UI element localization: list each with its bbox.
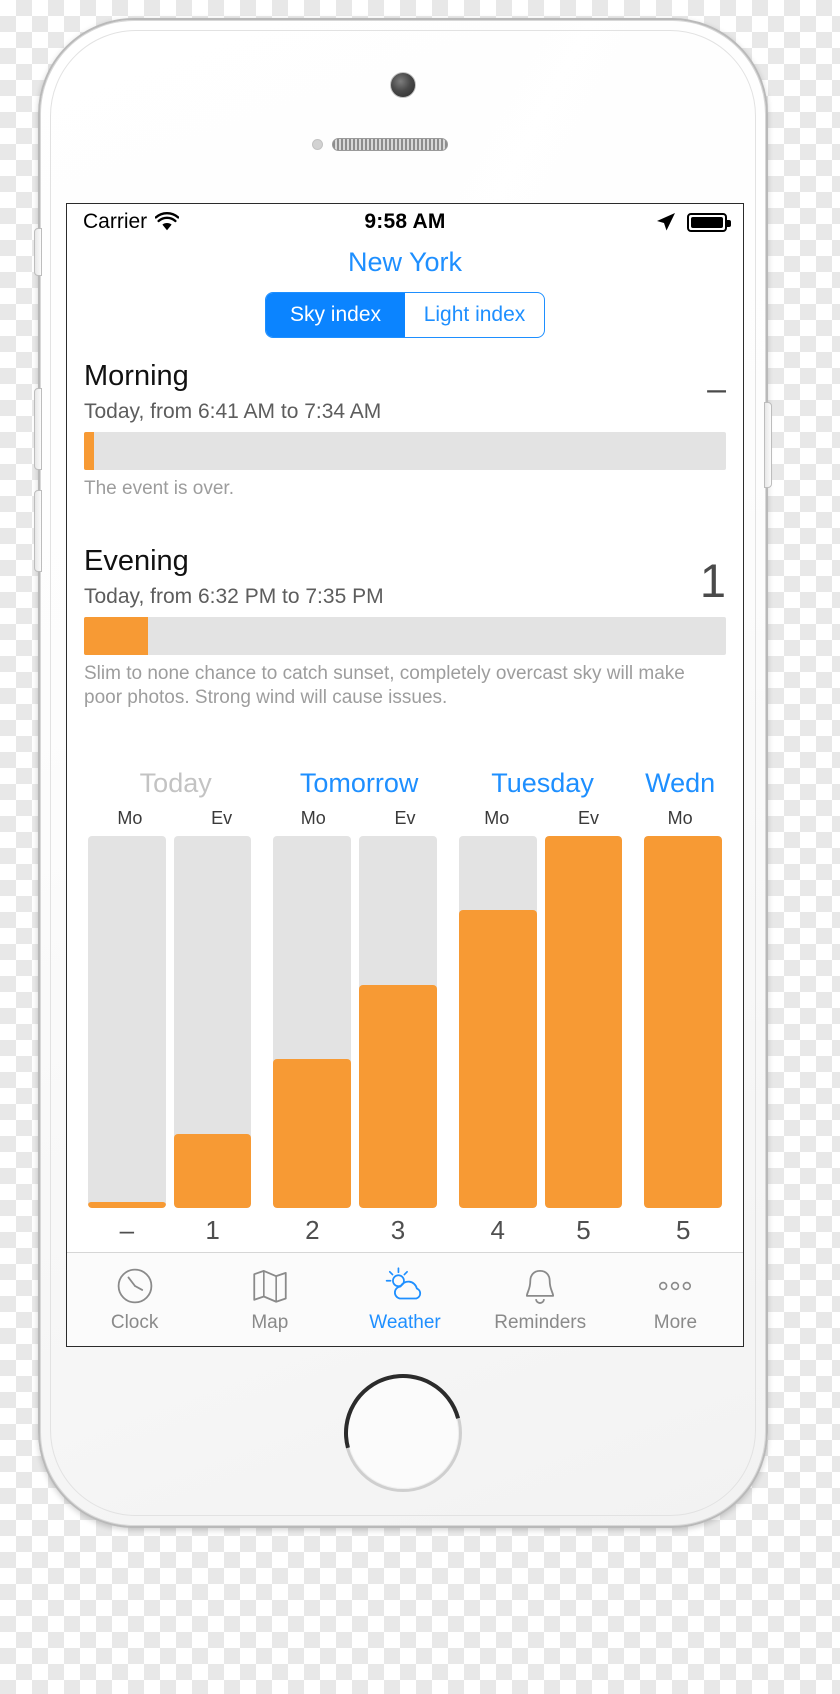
phone-screen: Carrier 9:58 AM New York Sky index Light… — [66, 203, 744, 1347]
chart-bar-value-label: – — [119, 1214, 135, 1245]
tab-label-map: Map — [251, 1312, 289, 1333]
chart-day-names-row: Today Tomorrow Tuesday Wedn — [84, 768, 726, 808]
earpiece-speaker-icon — [332, 138, 448, 151]
chart-bar-value-label: 4 — [490, 1214, 505, 1245]
volume-up-button[interactable] — [34, 388, 42, 470]
chart-bars-row — [84, 836, 726, 1208]
weather-content: New York Sky index Light index Morning T… — [67, 240, 743, 1252]
tab-label-clock: Clock — [110, 1312, 159, 1333]
tab-reminders[interactable]: Reminders — [473, 1253, 608, 1346]
event-progress-track-morning — [84, 431, 726, 470]
chart-bar-column[interactable] — [355, 836, 441, 1208]
event-score-evening: 1 — [699, 554, 726, 608]
tab-clock[interactable]: Clock — [67, 1253, 202, 1346]
tab-bar: Clock Map Weather Reminders More — [67, 1252, 743, 1346]
battery-full-icon — [687, 212, 731, 232]
chart-bar-fill — [644, 836, 723, 1208]
chart-slot-label: Mo — [117, 808, 143, 828]
chart-slot-label: Mo — [300, 808, 326, 828]
chart-bar-value-label: 3 — [390, 1214, 406, 1245]
chart-day-label[interactable]: Tomorrow — [267, 768, 450, 808]
event-progress-fill-evening — [84, 616, 149, 655]
event-note-morning: The event is over. — [84, 477, 234, 499]
event-score-morning: – — [707, 370, 726, 409]
event-note-evening: Slim to none chance to catch sunset, com… — [84, 662, 685, 709]
proximity-sensor-icon — [312, 139, 323, 150]
event-title-morning: Morning — [84, 360, 189, 393]
chart-bar-column[interactable] — [640, 836, 726, 1208]
city-title[interactable]: New York — [67, 246, 743, 278]
chart-bar-value-label: 1 — [205, 1214, 220, 1245]
event-card-evening[interactable]: Evening Today, from 6:32 PM to 7:35 PM 1… — [67, 545, 743, 711]
event-texts: Morning Today, from 6:41 AM to 7:34 AM — [84, 360, 686, 423]
segment-sky-index[interactable]: Sky index — [266, 293, 405, 338]
tab-weather[interactable]: Weather — [337, 1253, 472, 1346]
event-progress-track-evening — [84, 616, 726, 655]
chart-slot-label: Ev — [211, 808, 233, 828]
sun-cloud-icon — [383, 1265, 427, 1307]
clock-icon — [113, 1265, 157, 1307]
event-header: Morning Today, from 6:41 AM to 7:34 AM – — [84, 360, 726, 423]
bell-icon — [518, 1265, 562, 1307]
chart-bar-track — [644, 836, 723, 1208]
index-segmented-control[interactable]: Sky index Light index — [265, 292, 545, 339]
event-timerange-morning: Today, from 6:41 AM to 7:34 AM — [84, 399, 382, 423]
chart-bar-value-label: 2 — [305, 1214, 320, 1245]
chart-bar-column[interactable] — [170, 836, 256, 1208]
chart-slot-label: Mo — [484, 808, 510, 828]
chart-bar-fill — [88, 1202, 166, 1208]
event-progress-fill-morning — [84, 431, 94, 470]
chart-bar-column[interactable] — [541, 836, 627, 1208]
chart-bar-column[interactable] — [269, 836, 355, 1208]
iphone-device-frame: Carrier 9:58 AM New York Sky index Light… — [34, 18, 772, 1528]
chart-bar-track — [273, 836, 352, 1208]
event-texts: Evening Today, from 6:32 PM to 7:35 PM — [84, 545, 686, 608]
event-card-morning[interactable]: Morning Today, from 6:41 AM to 7:34 AM –… — [67, 360, 743, 501]
chart-day-label[interactable]: Today — [84, 768, 267, 808]
volume-down-button[interactable] — [34, 490, 42, 572]
chart-slot-label: Mo — [667, 808, 693, 828]
segment-light-index[interactable]: Light index — [405, 293, 544, 337]
chart-value-labels-row: – 1 2 3 4 5 5 — [84, 1208, 726, 1252]
chart-bar-track — [359, 836, 437, 1208]
chart-bar-fill — [173, 1133, 252, 1208]
chart-bar-value-label: 5 — [675, 1214, 691, 1245]
status-bar: Carrier 9:58 AM — [67, 204, 743, 240]
chart-day-label[interactable]: Tuesday — [451, 768, 634, 808]
chart-bar-column[interactable] — [455, 836, 541, 1208]
chart-bar-fill — [273, 1059, 352, 1208]
silent-switch[interactable] — [34, 228, 42, 276]
chart-day-label[interactable]: Wedn — [634, 768, 726, 808]
chart-bar-column[interactable] — [84, 836, 170, 1208]
tab-label-more: More — [653, 1312, 698, 1333]
chart-slot-labels-row: Mo Ev Mo Ev Mo Ev Mo — [84, 808, 726, 836]
chart-bar-fill — [458, 910, 537, 1208]
ellipsis-icon — [653, 1265, 697, 1307]
chart-slot-label: Ev — [577, 808, 599, 828]
chart-bar-fill — [544, 836, 623, 1208]
map-icon — [248, 1265, 292, 1307]
tab-label-reminders: Reminders — [494, 1312, 587, 1333]
event-timerange-evening: Today, from 6:32 PM to 7:35 PM — [84, 584, 384, 608]
event-title-evening: Evening — [84, 545, 189, 578]
chart-bar-track — [544, 836, 623, 1208]
battery-fill — [691, 216, 723, 228]
tab-map[interactable]: Map — [202, 1253, 337, 1346]
chart-bar-value-label: 5 — [576, 1214, 591, 1245]
chart-slot-label: Ev — [394, 808, 416, 828]
chart-bar-track — [173, 836, 252, 1208]
chart-bar-track — [88, 836, 166, 1208]
event-header: Evening Today, from 6:32 PM to 7:35 PM 1 — [84, 545, 726, 608]
chart-bar-track — [458, 836, 537, 1208]
forecast-chart[interactable]: Today Tomorrow Tuesday Wedn Mo Ev Mo Ev Mo Ev Mo … — [84, 768, 726, 1252]
power-button[interactable] — [764, 402, 772, 488]
status-bar-clock: 9:58 AM — [364, 210, 446, 233]
home-button[interactable] — [344, 1374, 462, 1492]
tab-label-weather: Weather — [369, 1312, 441, 1333]
tab-more[interactable]: More — [608, 1253, 743, 1346]
front-camera-icon — [390, 72, 416, 98]
chart-bar-fill — [359, 984, 437, 1208]
